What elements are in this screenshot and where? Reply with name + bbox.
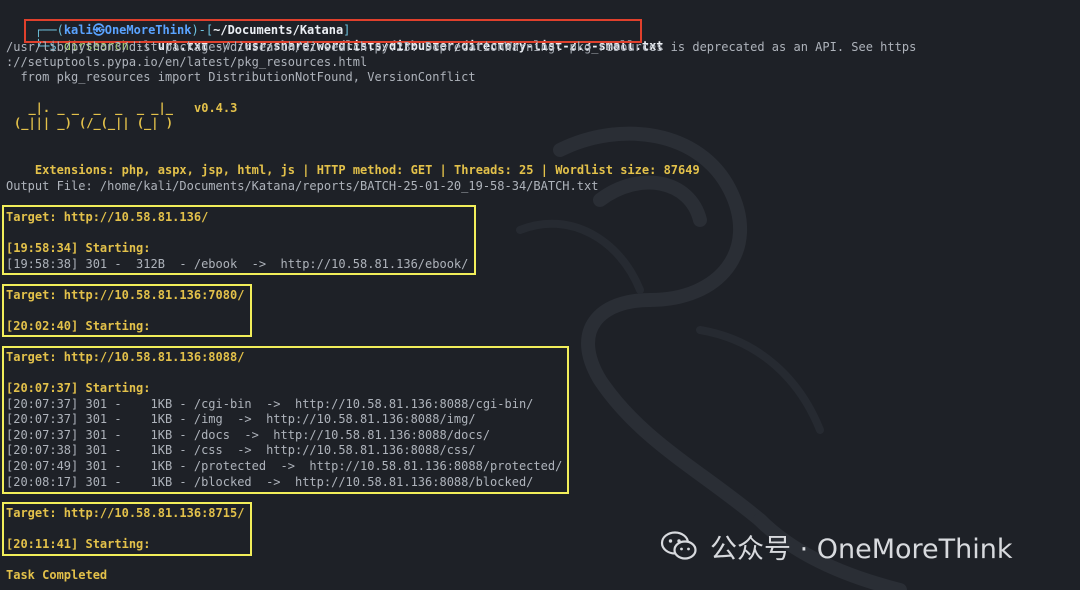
warning-line-2: ://setuptools.pypa.io/en/latest/pkg_reso…: [6, 55, 368, 69]
target-4-url: Target: http://10.58.81.136:8715/: [6, 506, 245, 520]
terminal-window[interactable]: ┌──(kali㉿OneMoreThink)-[~/Documents/Kata…: [0, 0, 1080, 590]
target-1-starting: [19:58:34] Starting:: [6, 241, 151, 255]
wechat-watermark: 公众号 · OneMoreThink: [660, 530, 1013, 565]
separator: |: [295, 163, 317, 177]
logo-line-1: _|. _ _ _ _ _ _|_: [14, 101, 173, 115]
extensions-value: php, aspx, jsp, html, js: [121, 163, 296, 177]
target-3-url: Target: http://10.58.81.136:8088/: [6, 350, 245, 364]
output-file-line: Output File: /home/kali/Documents/Katana…: [6, 179, 599, 193]
target-1-url: Target: http://10.58.81.136/: [6, 210, 209, 224]
threads-value: 25: [519, 163, 534, 177]
wechat-icon: [660, 531, 697, 560]
extensions-label: Extensions:: [34, 163, 115, 177]
method-value: GET: [410, 163, 433, 177]
warning-line-1: /usr/lib/python3/dist-packages/dirsearch…: [6, 40, 917, 54]
wordlist-value: 87649: [663, 163, 700, 177]
logo-line-2: (_||| _) (/_(_|| (_| ): [14, 116, 173, 130]
separator: |: [432, 163, 455, 177]
target-4-starting: [20:11:41] Starting:: [6, 537, 151, 551]
dirsearch-logo: _|. _ _ _ _ _ _|_ (_||| _) (/_(_|| (_| ): [14, 101, 173, 131]
method-label: HTTP method:: [316, 163, 404, 177]
version-label: v0.4.3: [194, 101, 238, 115]
threads-label: Threads:: [454, 163, 512, 177]
target-3-result-2: [20:07:37] 301 - 1KB - /img -> http://10…: [6, 412, 476, 426]
target-3-starting: [20:07:37] Starting:: [6, 381, 151, 395]
separator: |: [533, 163, 556, 177]
target-3-result-6: [20:08:17] 301 - 1KB - /blocked -> http:…: [6, 475, 534, 489]
wordlist-label: Wordlist size:: [555, 163, 657, 177]
config-line: Extensions: php, aspx, jsp, html, js | H…: [6, 148, 700, 177]
warning-line-3: from pkg_resources import DistributionNo…: [6, 70, 476, 84]
target-2-starting: [20:02:40] Starting:: [6, 319, 151, 333]
target-3-result-1: [20:07:37] 301 - 1KB - /cgi-bin -> http:…: [6, 397, 534, 411]
target-3-result-4: [20:07:38] 301 - 1KB - /css -> http://10…: [6, 443, 476, 457]
watermark-text: 公众号 · OneMoreThink: [710, 533, 1013, 565]
target-3-result-5: [20:07:49] 301 - 1KB - /protected -> htt…: [6, 459, 563, 473]
task-completed-line: Task Completed: [6, 568, 108, 582]
target-1-result-1: [19:58:38] 301 - 312B - /ebook -> http:/…: [6, 257, 469, 271]
target-3-result-3: [20:07:37] 301 - 1KB - /docs -> http://1…: [6, 428, 491, 442]
target-2-url: Target: http://10.58.81.136:7080/: [6, 288, 245, 302]
